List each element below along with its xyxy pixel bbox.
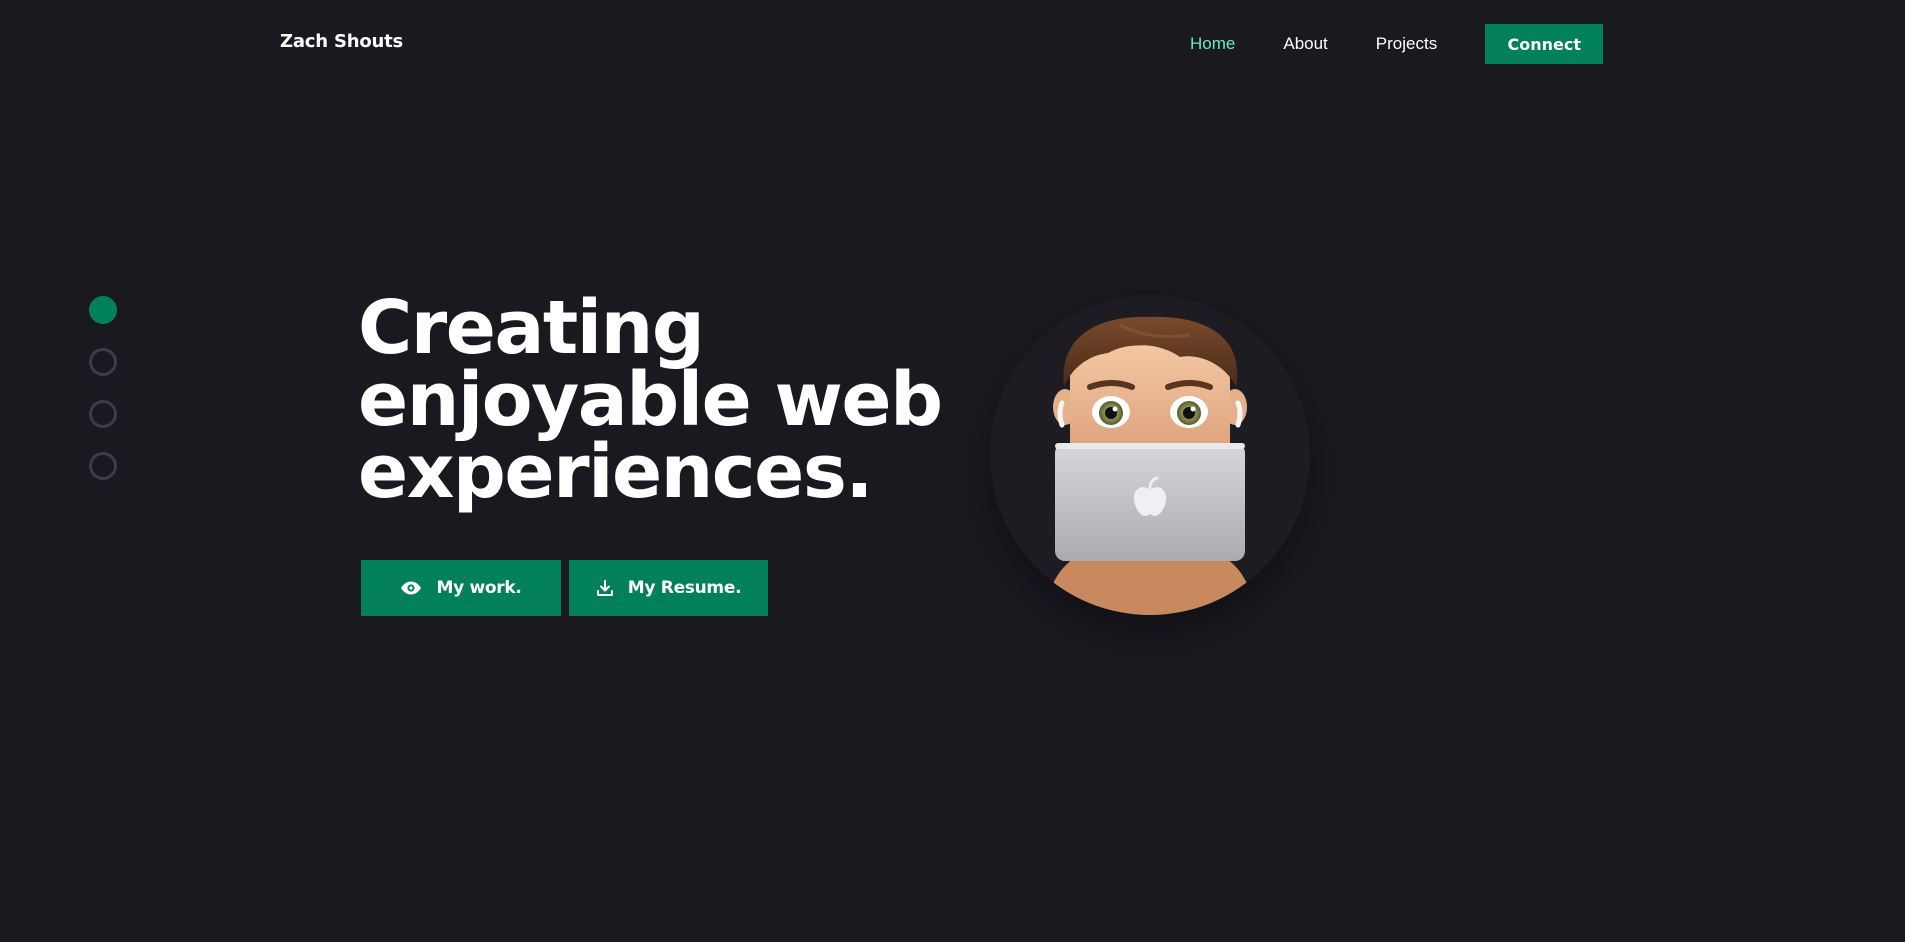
memoji-avatar-image [1045, 316, 1255, 615]
hero-headline: Creating enjoyable web experiences. [358, 285, 978, 515]
my-work-button[interactable]: My work. [361, 560, 561, 616]
hero-actions: My work. My Resume. [361, 560, 768, 616]
nav-link-about[interactable]: About [1283, 34, 1327, 54]
main-nav: Home About Projects Connect [1190, 24, 1604, 64]
nav-link-home[interactable]: Home [1190, 34, 1235, 54]
my-resume-button[interactable]: My Resume. [569, 560, 768, 616]
eye-icon [400, 581, 422, 595]
section-dot-1[interactable] [89, 296, 117, 324]
site-header: Zach Shouts Home About Projects Connect [0, 0, 1905, 88]
section-dot-4[interactable] [89, 452, 117, 480]
connect-button[interactable]: Connect [1485, 24, 1604, 64]
section-indicator [89, 296, 117, 504]
my-work-label: My work. [436, 578, 522, 598]
nav-link-projects[interactable]: Projects [1376, 34, 1437, 54]
section-dot-3[interactable] [89, 400, 117, 428]
headline-line-1: Creating [358, 285, 705, 371]
brand-logo[interactable]: Zach Shouts [280, 31, 403, 52]
avatar [990, 295, 1310, 615]
headline-line-3: experiences. [358, 429, 874, 515]
headline-line-2: enjoyable web [358, 357, 943, 443]
download-icon [596, 579, 614, 597]
section-dot-2[interactable] [89, 348, 117, 376]
my-resume-label: My Resume. [627, 578, 742, 598]
